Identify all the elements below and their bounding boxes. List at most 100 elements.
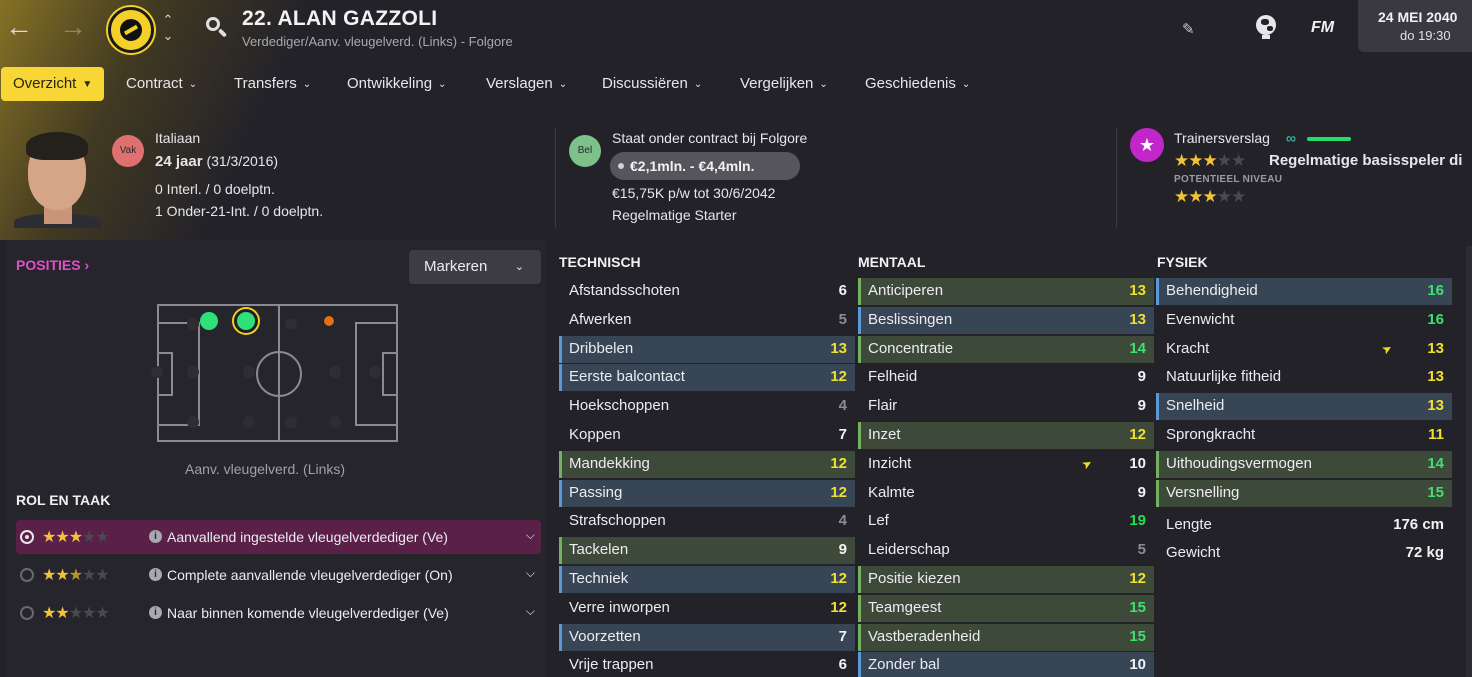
attribute-row[interactable]: Teamgeest 15: [858, 594, 1154, 622]
attribute-name: Evenwicht: [1166, 310, 1235, 328]
role-row[interactable]: ★★★★★ i Complete aanvallende vleugelverd…: [16, 558, 541, 592]
attribute-row[interactable]: Koppen 7: [559, 422, 855, 449]
attribute-row[interactable]: Afwerken 5: [559, 307, 855, 334]
attribute-row[interactable]: Vrije trappen 6: [559, 652, 855, 677]
attribute-value: 19: [1129, 512, 1146, 530]
attribute-row[interactable]: Flair 9: [858, 393, 1154, 420]
attribute-row[interactable]: Natuurlijke fitheid 13: [1156, 364, 1452, 391]
attribute-row[interactable]: Felheid 9: [858, 364, 1154, 391]
attribute-row[interactable]: Leiderschap 5: [858, 537, 1154, 564]
attribute-row[interactable]: Tackelen 9: [559, 537, 855, 565]
attribute-value: 16: [1427, 310, 1444, 328]
position-dot-natural[interactable]: [200, 312, 218, 330]
attribute-row[interactable]: Zonder bal 10: [858, 652, 1154, 677]
transfer-value-pill[interactable]: €2,1mln. - €4,4mln.: [610, 152, 800, 180]
tab-geschiedenis[interactable]: Geschiedenis ⌄: [853, 67, 982, 101]
attribute-name: Sprongkracht: [1166, 426, 1256, 443]
attribute-row[interactable]: Anticiperen 13: [858, 278, 1154, 305]
nationality[interactable]: Italiaan: [155, 130, 200, 146]
attribute-value: 6: [838, 282, 847, 299]
role-row[interactable]: ★★★★★ i Aanvallend ingestelde vleugelver…: [16, 520, 541, 554]
attribute-name: Teamgeest: [868, 598, 942, 616]
tab-label: Overzicht: [13, 75, 77, 92]
info-icon[interactable]: i: [149, 568, 162, 581]
attribute-name: Strafschoppen: [569, 512, 666, 530]
attribute-row[interactable]: Uithoudingsvermogen 14: [1156, 450, 1452, 478]
attribute-name: Concentratie: [868, 339, 954, 357]
coach-report-label[interactable]: Trainersverslag: [1174, 130, 1270, 146]
radio-button[interactable]: [20, 606, 34, 620]
attribute-row[interactable]: Eerste balcontact 12: [559, 364, 855, 392]
chevron-down-icon: ⌄: [438, 79, 447, 90]
positions-title[interactable]: POSITIES ›: [16, 257, 89, 273]
position-dot-unconvincing[interactable]: [323, 315, 335, 327]
chevron-up-down-icon[interactable]: ⌃ ⌄: [160, 12, 176, 44]
date-box[interactable]: 24 MEI 2040 do 19:30: [1358, 0, 1472, 52]
radio-button[interactable]: [20, 530, 34, 544]
attribute-row[interactable]: Mandekking 12: [559, 450, 855, 478]
search-icon[interactable]: [204, 15, 228, 39]
fm-logo[interactable]: FM: [1311, 19, 1334, 37]
position-dot-selected[interactable]: [234, 309, 258, 333]
attribute-row[interactable]: Snelheid 13: [1156, 393, 1452, 421]
attribute-row[interactable]: Lef 19: [858, 508, 1154, 535]
attribute-row[interactable]: Afstandsschoten 6: [559, 278, 855, 305]
scrollbar[interactable]: [1466, 246, 1472, 677]
tab-discussieren[interactable]: Discussiëren ⌄: [590, 67, 714, 101]
attribute-row[interactable]: Vastberadenheid 15: [858, 623, 1154, 651]
attribute-row[interactable]: Behendigheid 16: [1156, 278, 1452, 305]
role-row[interactable]: ★★★★★ i Naar binnen komende vleugelverde…: [16, 596, 541, 630]
globe-icon[interactable]: [1254, 14, 1278, 40]
chevron-down-icon[interactable]: ⌵: [526, 566, 535, 581]
tab-transfers[interactable]: Transfers ⌄: [222, 67, 323, 101]
mark-button[interactable]: Markeren ⌄: [409, 250, 541, 284]
attribute-row[interactable]: Evenwicht 16: [1156, 307, 1452, 334]
chevron-down-icon[interactable]: ⌵: [526, 604, 535, 619]
tab-contract[interactable]: Contract ⌄: [114, 67, 209, 101]
attribute-row[interactable]: Kracht 13 ➤: [1156, 336, 1452, 363]
arrow-right-icon[interactable]: →: [56, 10, 90, 44]
attribute-row[interactable]: Voorzetten 7: [559, 623, 855, 651]
attribute-row[interactable]: Positie kiezen 12: [858, 566, 1154, 593]
attribute-row[interactable]: Strafschoppen 4: [559, 508, 855, 535]
chevron-down-icon: ⌄: [961, 79, 971, 90]
trend-arrow-icon: ➤: [1379, 340, 1395, 358]
attribute-value: 12: [1129, 570, 1146, 587]
contract-status[interactable]: Staat onder contract bij Folgore: [612, 130, 807, 146]
info-icon[interactable]: i: [149, 530, 162, 543]
tab-ontwikkeling[interactable]: Ontwikkeling ⌄: [335, 67, 458, 101]
chevron-down-icon[interactable]: ⌵: [526, 528, 535, 543]
club-badge-icon[interactable]: [108, 7, 154, 53]
arrow-left-icon[interactable]: ←: [2, 10, 36, 44]
attribute-row[interactable]: Sprongkracht 11: [1156, 422, 1452, 449]
attribute-row[interactable]: Techniek 12: [559, 566, 855, 593]
attribute-row[interactable]: Verre inworpen 12: [559, 595, 855, 622]
status-badge-vak[interactable]: Vak: [112, 135, 144, 167]
attribute-value: 5: [1137, 541, 1146, 559]
tab-verslagen[interactable]: Verslagen ⌄: [474, 67, 579, 101]
attribute-row[interactable]: Passing 12: [559, 479, 855, 507]
attribute-value: 10: [1129, 656, 1146, 674]
star-badge-icon[interactable]: ★: [1130, 128, 1164, 162]
attribute-name: Passing: [569, 483, 623, 501]
tab-overzicht[interactable]: Overzicht ▼: [1, 67, 105, 101]
role-label: Aanvallend ingestelde vleugelverdediger …: [167, 529, 448, 545]
attribute-row[interactable]: Kalmte 9: [858, 480, 1154, 507]
status-badge-bel[interactable]: Bel: [569, 135, 601, 167]
attribute-row[interactable]: Concentratie 14: [858, 335, 1154, 363]
attribute-row[interactable]: Inzet 12: [858, 422, 1154, 449]
position-pitch[interactable]: [151, 304, 398, 442]
current-time: do 19:30: [1400, 28, 1451, 43]
attribute-row[interactable]: Beslissingen 13: [858, 306, 1154, 334]
chevron-down-icon: ⌄: [188, 79, 198, 90]
tab-vergelijken[interactable]: Vergelijken ⌄: [728, 67, 840, 101]
attribute-row[interactable]: Dribbelen 13: [559, 335, 855, 363]
pencil-icon[interactable]: ✎: [1182, 20, 1200, 38]
attribute-row[interactable]: Hoekschoppen 4: [559, 393, 855, 420]
attribute-name: Inzet: [868, 426, 901, 443]
knowledge-bar: [1307, 137, 1351, 141]
attribute-row[interactable]: Versnelling 15: [1156, 479, 1452, 507]
info-icon[interactable]: i: [149, 606, 162, 619]
attribute-row[interactable]: Inzicht 10 ➤: [858, 451, 1154, 478]
radio-button[interactable]: [20, 568, 34, 582]
